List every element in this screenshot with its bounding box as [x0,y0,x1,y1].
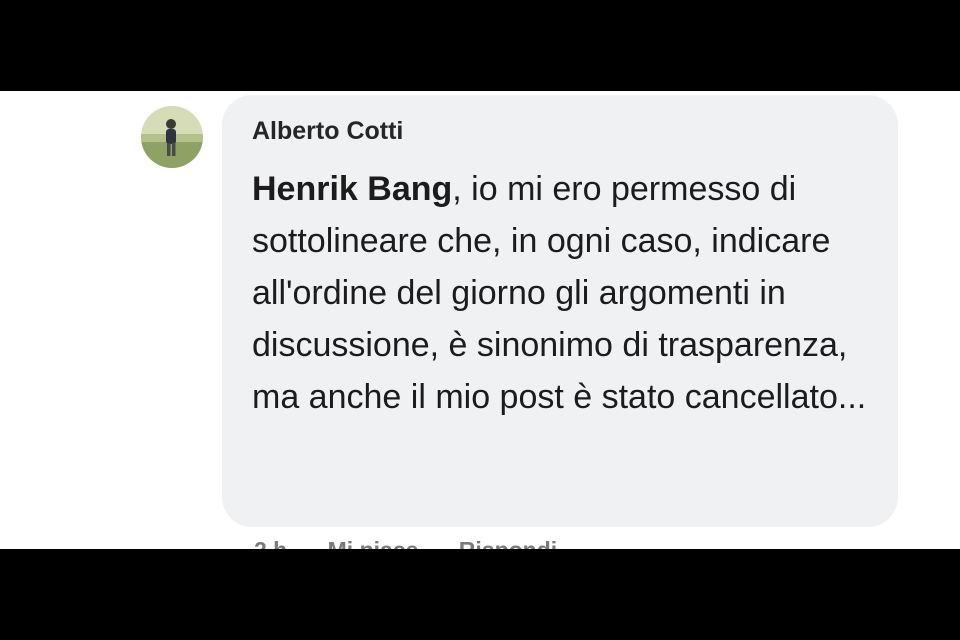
avatar[interactable] [141,106,203,168]
comment-author-name[interactable]: Alberto Cotti [252,117,403,146]
letterbox-bottom [0,549,960,640]
comment-timestamp: 2 h [254,537,287,549]
reply-link[interactable]: Rispondi [459,537,557,549]
comment-text: Henrik Bang, io mi ero permesso di sotto… [252,163,882,423]
letterbox-top [0,0,960,91]
like-link[interactable]: Mi piace [328,537,419,549]
comment-area: Alberto Cotti Henrik Bang, io mi ero per… [0,91,960,549]
comment-mention[interactable]: Henrik Bang [252,170,452,208]
avatar-photo-icon [141,106,203,168]
screenshot-frame: Alberto Cotti Henrik Bang, io mi ero per… [0,0,960,640]
comment-actions: 2 h Mi piace Rispondi [254,537,591,549]
comment-bubble: Alberto Cotti Henrik Bang, io mi ero per… [222,95,898,527]
